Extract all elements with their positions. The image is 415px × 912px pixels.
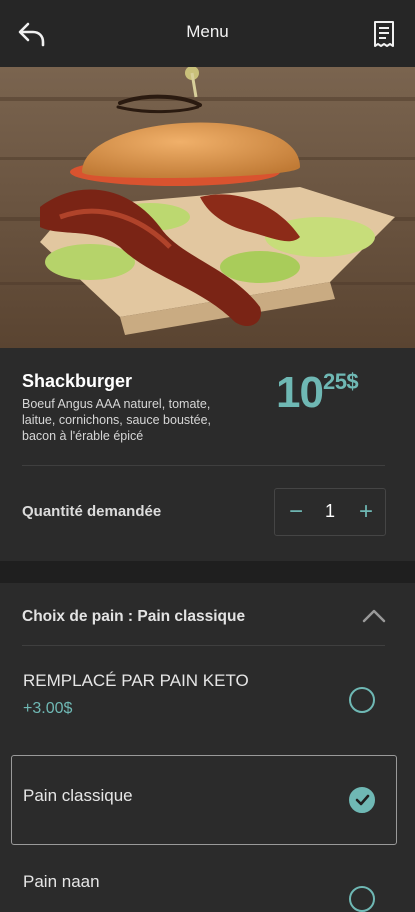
- section-separator: [0, 561, 415, 583]
- quantity-stepper: − 1 +: [274, 488, 386, 536]
- product-description: Boeuf Angus AAA naturel, tomate, laitue,…: [22, 397, 212, 443]
- product-price: 1025$: [276, 368, 359, 418]
- divider: [22, 645, 385, 646]
- option-label: Pain naan: [23, 872, 100, 891]
- collapse-button[interactable]: [360, 604, 388, 628]
- increase-button[interactable]: +: [351, 497, 381, 527]
- radio-button-checked[interactable]: [349, 787, 375, 813]
- quantity-value: 1: [324, 501, 335, 521]
- product-name: Shackburger: [22, 371, 133, 391]
- radio-button[interactable]: [349, 687, 375, 713]
- decrease-button[interactable]: −: [281, 497, 311, 527]
- divider: [22, 465, 385, 466]
- bread-option-classique[interactable]: Pain classique: [11, 755, 397, 845]
- option-label: Pain classique: [23, 786, 133, 805]
- quantity-label: Quantité demandée: [22, 503, 162, 520]
- top-bar: Menu: [0, 0, 415, 67]
- price-dollars: 10: [276, 368, 324, 417]
- option-label: REMPLACÉ PAR PAIN KETO: [23, 671, 249, 690]
- checkmark-icon: [355, 794, 370, 806]
- price-cents: 25$: [322, 369, 359, 394]
- product-image: [0, 67, 415, 348]
- page-title: Menu: [186, 22, 229, 41]
- receipt-icon: [374, 21, 394, 47]
- radio-button[interactable]: [349, 886, 375, 912]
- receipt-button[interactable]: [366, 16, 402, 52]
- option-price: +3.00$: [23, 700, 73, 717]
- bread-section-title[interactable]: Choix de pain : Pain classique: [22, 608, 245, 626]
- chevron-up-icon: [362, 609, 386, 623]
